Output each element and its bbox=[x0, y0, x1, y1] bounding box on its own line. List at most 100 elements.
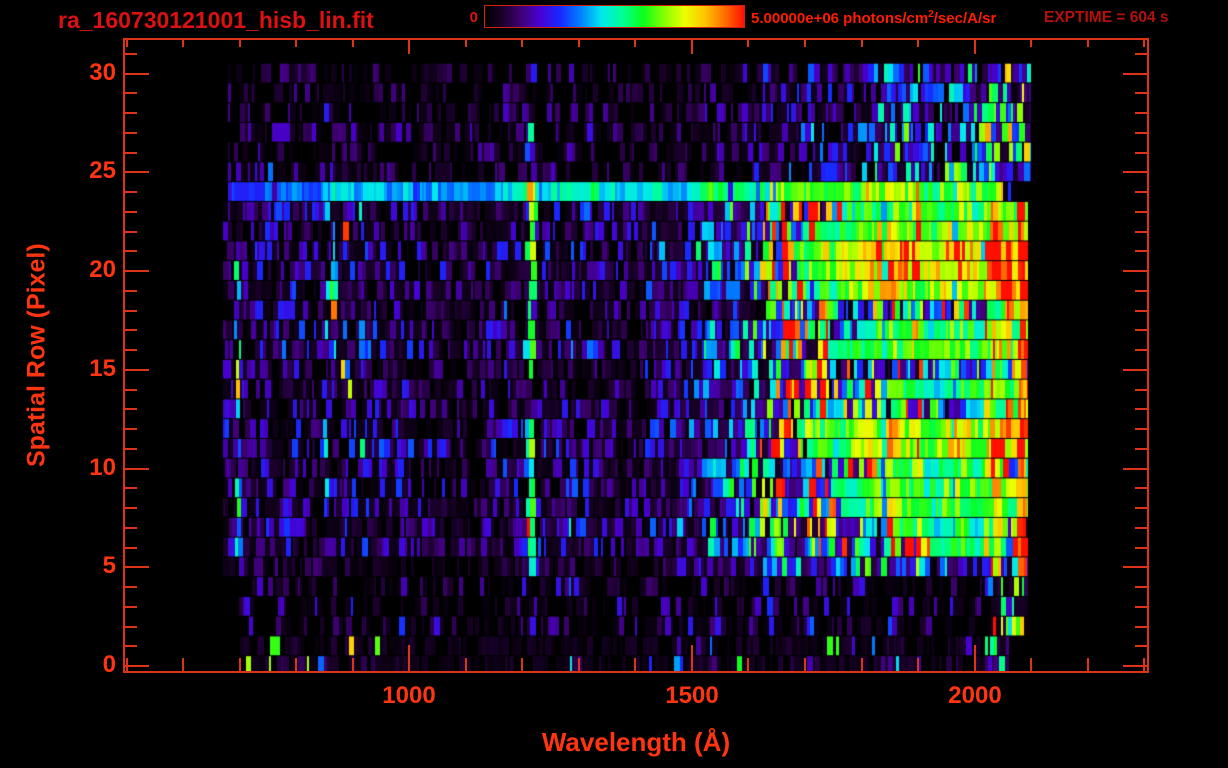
x-minor-tick-top bbox=[352, 40, 354, 47]
x-minor-tick-top bbox=[1030, 40, 1032, 47]
x-minor-tick bbox=[521, 658, 523, 671]
x-major-tick-top bbox=[974, 40, 976, 54]
y-major-tick-right bbox=[1123, 270, 1147, 272]
y-minor-tick-right bbox=[1135, 250, 1147, 252]
file-title: ra_160730121001_hisb_lin.fit bbox=[58, 7, 374, 33]
y-major-tick-right bbox=[1123, 468, 1147, 470]
x-tick-label: 1500 bbox=[665, 682, 719, 709]
x-minor-tick-top bbox=[578, 40, 580, 47]
y-minor-tick bbox=[125, 92, 137, 94]
y-minor-tick bbox=[125, 547, 137, 549]
x-minor-tick-top bbox=[126, 40, 128, 47]
y-major-tick bbox=[125, 73, 149, 75]
x-minor-tick bbox=[182, 658, 184, 671]
y-minor-tick bbox=[125, 250, 137, 252]
y-minor-tick-right bbox=[1135, 310, 1147, 312]
y-minor-tick-right bbox=[1135, 626, 1147, 628]
x-minor-tick bbox=[634, 658, 636, 671]
y-major-tick bbox=[125, 665, 149, 667]
y-minor-tick bbox=[125, 290, 137, 292]
y-major-tick bbox=[125, 369, 149, 371]
x-major-tick bbox=[408, 645, 410, 671]
x-minor-tick bbox=[578, 658, 580, 671]
x-minor-tick-top bbox=[521, 40, 523, 47]
y-minor-tick bbox=[125, 428, 137, 430]
x-major-tick bbox=[974, 645, 976, 671]
exptime-label: EXPTIME = 604 s bbox=[1044, 9, 1169, 26]
y-tick-label: 30 bbox=[89, 59, 116, 86]
x-minor-tick bbox=[917, 658, 919, 671]
y-minor-tick-right bbox=[1135, 191, 1147, 193]
y-minor-tick-right bbox=[1135, 53, 1147, 55]
y-minor-tick-right bbox=[1135, 527, 1147, 529]
y-minor-tick bbox=[125, 645, 137, 647]
x-minor-tick-top bbox=[239, 40, 241, 47]
y-tick-label: 25 bbox=[89, 157, 116, 184]
y-minor-tick-right bbox=[1135, 547, 1147, 549]
x-minor-tick bbox=[465, 658, 467, 671]
x-minor-tick bbox=[239, 658, 241, 671]
y-minor-tick bbox=[125, 211, 137, 213]
y-minor-tick bbox=[125, 231, 137, 233]
y-minor-tick bbox=[125, 112, 137, 114]
y-major-tick-right bbox=[1123, 566, 1147, 568]
y-minor-tick bbox=[125, 329, 137, 331]
y-minor-tick-right bbox=[1135, 487, 1147, 489]
y-major-tick bbox=[125, 171, 149, 173]
y-minor-tick-right bbox=[1135, 211, 1147, 213]
x-minor-tick bbox=[295, 658, 297, 671]
y-minor-tick-right bbox=[1135, 152, 1147, 154]
y-minor-tick-right bbox=[1135, 645, 1147, 647]
y-minor-tick bbox=[125, 626, 137, 628]
x-minor-tick bbox=[804, 658, 806, 671]
x-minor-tick-top bbox=[1143, 40, 1145, 47]
x-major-tick-top bbox=[408, 40, 410, 54]
y-tick-label: 5 bbox=[102, 552, 116, 579]
colorbar bbox=[484, 5, 745, 28]
y-minor-tick bbox=[125, 310, 137, 312]
x-minor-tick-top bbox=[182, 40, 184, 47]
y-tick-label: 0 bbox=[102, 651, 116, 678]
x-minor-tick-top bbox=[1087, 40, 1089, 47]
x-minor-tick-top bbox=[295, 40, 297, 47]
y-minor-tick bbox=[125, 507, 137, 509]
y-axis-title: Spatial Row (Pixel) bbox=[22, 243, 51, 467]
y-tick-label: 10 bbox=[89, 454, 116, 481]
y-major-tick bbox=[125, 270, 149, 272]
x-major-tick bbox=[691, 645, 693, 671]
x-minor-tick-top bbox=[634, 40, 636, 47]
y-minor-tick bbox=[125, 389, 137, 391]
y-minor-tick-right bbox=[1135, 112, 1147, 114]
y-tick-label: 15 bbox=[89, 355, 116, 382]
y-minor-tick bbox=[125, 527, 137, 529]
y-minor-tick-right bbox=[1135, 389, 1147, 391]
x-minor-tick bbox=[352, 658, 354, 671]
screen: ra_160730121001_hisb_lin.fit 0 5.00000e+… bbox=[0, 0, 1228, 768]
y-minor-tick-right bbox=[1135, 606, 1147, 608]
x-tick-label: 1000 bbox=[382, 682, 436, 709]
x-minor-tick bbox=[1030, 658, 1032, 671]
y-minor-tick bbox=[125, 191, 137, 193]
x-minor-tick bbox=[1087, 658, 1089, 671]
colorbar-min-label: 0 bbox=[469, 9, 478, 26]
colorbar-max-label: 5.00000e+06 photons/cm2/sec/A/sr bbox=[751, 9, 996, 27]
colorbar-units-post: /sec/A/sr bbox=[933, 10, 997, 27]
y-minor-tick bbox=[125, 349, 137, 351]
x-minor-tick-top bbox=[861, 40, 863, 47]
y-minor-tick-right bbox=[1135, 507, 1147, 509]
y-major-tick-right bbox=[1123, 171, 1147, 173]
x-axis-title: Wavelength (Å) bbox=[541, 727, 731, 757]
y-minor-tick bbox=[125, 586, 137, 588]
y-minor-tick bbox=[125, 132, 137, 134]
y-minor-tick-right bbox=[1135, 408, 1147, 410]
y-minor-tick bbox=[125, 448, 137, 450]
y-major-tick bbox=[125, 468, 149, 470]
y-tick-label: 20 bbox=[89, 256, 116, 283]
y-minor-tick-right bbox=[1135, 132, 1147, 134]
y-minor-tick bbox=[125, 487, 137, 489]
x-minor-tick bbox=[747, 658, 749, 671]
y-minor-tick bbox=[125, 606, 137, 608]
y-minor-tick-right bbox=[1135, 586, 1147, 588]
x-minor-tick bbox=[861, 658, 863, 671]
y-minor-tick-right bbox=[1135, 448, 1147, 450]
